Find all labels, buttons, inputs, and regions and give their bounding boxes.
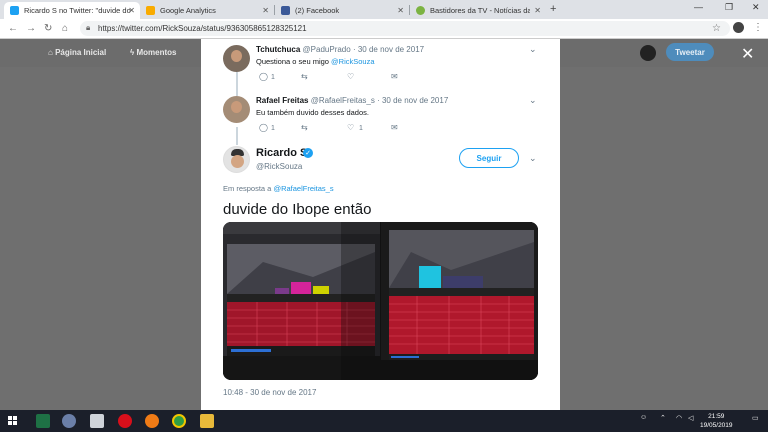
reply-handle[interactable]: @PaduPrado (303, 45, 351, 54)
menu-kebab-icon[interactable]: ⋮ (753, 22, 763, 33)
tab-title: Bastidores da TV - Notícias da TV (430, 6, 530, 15)
chevron-down-icon[interactable]: ⌄ (529, 95, 537, 106)
chevron-down-icon[interactable]: ⌄ (529, 44, 537, 55)
reply-icon[interactable]: ◯ (259, 72, 268, 81)
reply-text: Questiona o seu migo (256, 57, 332, 66)
windows-taskbar: ☺ ⌃ ◠ ◁ 21:59 19/05/2019 ▭ (0, 410, 768, 432)
reply-date[interactable]: · 30 de nov de 2017 (377, 96, 448, 105)
verified-badge-icon: ✓ (303, 148, 313, 158)
tab-close-icon[interactable]: ✕ (534, 6, 541, 15)
tweet-text: duvide do Ibope então (223, 201, 372, 218)
message-icon[interactable]: ✉ (391, 72, 398, 81)
tab-facebook[interactable]: (2) Facebook ✕ (275, 2, 409, 19)
calculator-icon[interactable] (90, 414, 104, 428)
app-icon[interactable] (62, 414, 76, 428)
author-handle[interactable]: @RickSouza (256, 162, 302, 171)
tab-close-icon[interactable]: ✕ (397, 6, 404, 15)
facebook-favicon-icon (281, 6, 290, 15)
taskbar-clock[interactable]: 21:59 19/05/2019 (700, 412, 733, 430)
avatar[interactable] (223, 45, 250, 72)
restore-icon[interactable]: ❐ (725, 2, 733, 13)
tab-close-icon[interactable]: ✕ (262, 6, 269, 15)
message-icon[interactable]: ✉ (391, 123, 398, 132)
reply-count: 1 (271, 125, 275, 132)
volume-icon[interactable]: ◁ (688, 414, 693, 422)
tab-title: Google Analytics (160, 6, 216, 15)
tab-twitter[interactable]: Ricardo S no Twitter: "duvide do ✕ (4, 2, 140, 19)
in-reply-label: Em resposta a (223, 184, 274, 193)
tweet-permalink-modal: Tchutchuca @PaduPrado · 30 de nov de 201… (201, 39, 560, 410)
tweet-photo[interactable] (223, 222, 380, 380)
mention-link[interactable]: @RickSouza (331, 57, 374, 66)
reply-date[interactable]: · 30 de nov de 2017 (353, 45, 424, 54)
opera-icon[interactable] (118, 414, 132, 428)
url-text: https://twitter.com/RickSouza/status/936… (98, 24, 307, 33)
user-avatar[interactable] (640, 45, 656, 61)
clock-date: 19/05/2019 (700, 422, 733, 429)
address-toolbar: ← → ↻ ⌂ 🔒︎ https://twitter.com/RickSouza… (0, 19, 768, 39)
twitter-favicon-icon (10, 6, 19, 15)
tweet-media[interactable] (223, 222, 538, 380)
close-overlay-icon[interactable]: ✕ (741, 44, 754, 64)
chrome-icon[interactable] (172, 414, 186, 428)
windows-start-icon[interactable] (8, 416, 18, 426)
new-tab-icon[interactable]: + (550, 3, 556, 15)
profile-avatar-icon[interactable] (733, 22, 744, 33)
reply-icon[interactable]: ◯ (259, 123, 268, 132)
reply-text: Eu também duvido desses dados. (256, 108, 369, 117)
like-icon[interactable]: ♡ (347, 72, 354, 81)
wifi-icon[interactable]: ◠ (676, 414, 682, 422)
tab-title: (2) Facebook (295, 6, 340, 15)
avatar[interactable] (223, 96, 250, 123)
tweet-actions: ◯ 1 ⇆ ♡ ✉ (256, 72, 416, 84)
tray-chevron-icon[interactable]: ⌃ (660, 414, 666, 422)
home-icon[interactable]: ⌂ (62, 23, 68, 34)
tweet-actions: ◯ 1 ⇆ ♡ 1 ✉ (256, 123, 416, 135)
reload-icon[interactable]: ↻ (44, 23, 52, 34)
excel-icon[interactable] (36, 414, 50, 428)
home-icon: ⌂ (48, 48, 56, 57)
tab-google-analytics[interactable]: Google Analytics ✕ (140, 2, 274, 19)
reply-tweet[interactable]: Tchutchuca @PaduPrado · 30 de nov de 201… (201, 39, 560, 93)
file-explorer-icon[interactable] (200, 414, 214, 428)
reply-count: 1 (271, 74, 275, 81)
tab-bastidores[interactable]: Bastidores da TV - Notícias da TV ✕ (410, 2, 546, 19)
bastidores-favicon-icon (416, 6, 425, 15)
people-icon[interactable]: ☺ (640, 414, 647, 421)
minimize-icon[interactable]: — (694, 2, 703, 12)
tweet-button[interactable]: Tweetar (666, 43, 714, 61)
like-icon[interactable]: ♡ (347, 123, 354, 132)
tab-close-icon[interactable]: ✕ (128, 6, 135, 15)
reply-author-name[interactable]: Tchutchuca (256, 45, 300, 54)
tweet-photo[interactable] (381, 222, 538, 380)
bookmark-star-icon[interactable]: ☆ (712, 23, 721, 34)
retweet-icon[interactable]: ⇆ (301, 123, 308, 132)
analytics-favicon-icon (146, 6, 155, 15)
lock-icon: 🔒︎ (86, 23, 91, 32)
reply-author-name[interactable]: Rafael Freitas (256, 96, 308, 105)
follow-button[interactable]: Seguir (459, 148, 519, 168)
nav-moments[interactable]: ϟ Momentos (130, 48, 176, 57)
author-name[interactable]: Ricardo S (256, 147, 307, 159)
clock-time: 21:59 (708, 413, 725, 420)
window-close-icon[interactable]: ✕ (752, 2, 760, 13)
nav-home[interactable]: ⌂ Página Inicial (48, 48, 106, 57)
notifications-icon[interactable]: ▭ (752, 414, 759, 422)
tab-title: Ricardo S no Twitter: "duvide do (24, 6, 131, 15)
back-icon[interactable]: ← (8, 23, 18, 34)
reply-handle[interactable]: @RafaelFreitas_s (311, 96, 375, 105)
retweet-icon[interactable]: ⇆ (301, 72, 308, 81)
url-bar[interactable]: 🔒︎ https://twitter.com/RickSouza/status/… (80, 21, 730, 36)
firefox-icon[interactable] (145, 414, 159, 428)
reply-tweet[interactable]: Rafael Freitas @RafaelFreitas_s · 30 de … (201, 90, 560, 144)
tweet-timestamp[interactable]: 10:48 - 30 de nov de 2017 (223, 388, 316, 397)
like-count: 1 (359, 125, 363, 132)
browser-tab-bar: Ricardo S no Twitter: "duvide do ✕ Googl… (0, 0, 768, 19)
avatar[interactable] (223, 146, 250, 173)
tv-photo-illustration (223, 222, 380, 380)
in-reply-link[interactable]: @RafaelFreitas_s (273, 184, 333, 193)
forward-icon[interactable]: → (26, 23, 36, 34)
tv-photo-illustration (381, 222, 538, 380)
chevron-down-icon[interactable]: ⌄ (529, 153, 537, 164)
